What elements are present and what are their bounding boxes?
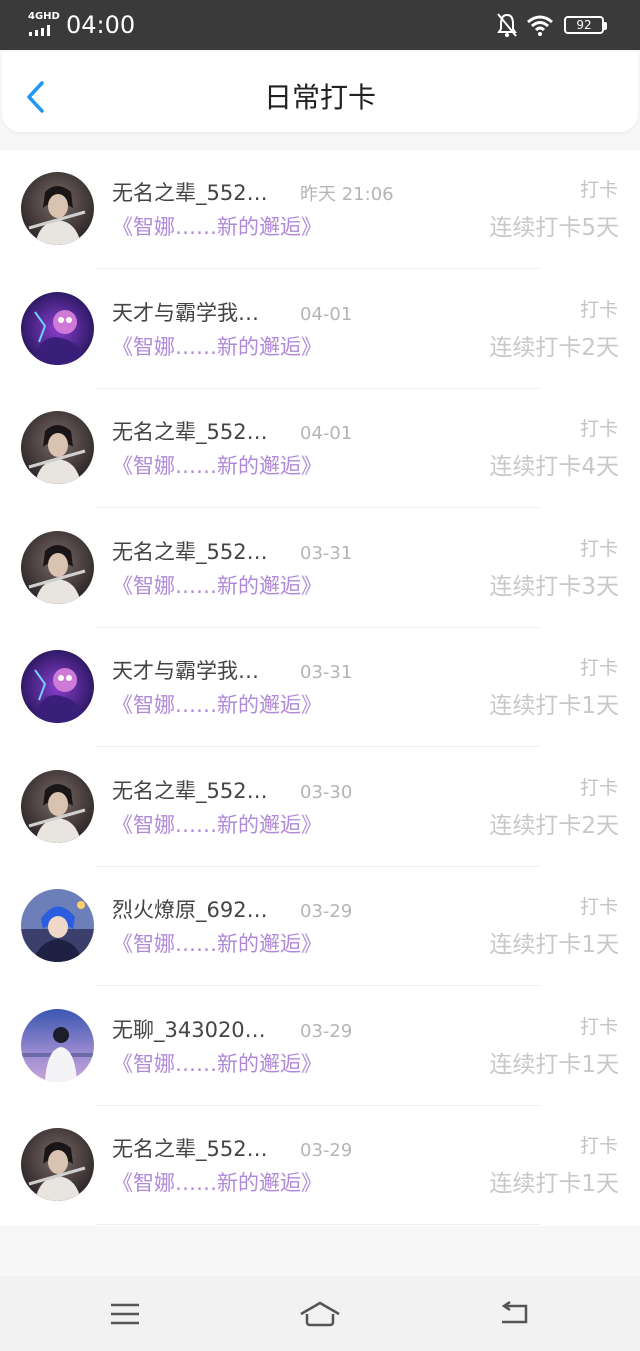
avatar[interactable]	[21, 291, 94, 365]
streak-count: 连续打卡1天	[489, 1051, 619, 1078]
battery-icon: 92	[564, 16, 607, 34]
checkin-date: 03-31	[300, 662, 353, 683]
streak-count: 连续打卡1天	[489, 693, 619, 719]
battery-level: 92	[576, 18, 592, 32]
checkin-date: 昨天 21:06	[300, 184, 394, 205]
book-title[interactable]: 《智娜……新的邂逅》	[112, 212, 322, 242]
list-item[interactable]: 无名之辈_552… 03-31 《智娜……新的邂逅》 打卡连续打卡3天	[0, 509, 640, 628]
streak-count: 连续打卡2天	[489, 334, 619, 361]
home-icon[interactable]	[298, 1300, 342, 1328]
streak-count: 连续打卡1天	[489, 932, 619, 958]
list-item[interactable]: 无聊_343020… 03-29 《智娜……新的邂逅》 打卡连续打卡1天	[0, 987, 640, 1106]
avatar[interactable]	[21, 172, 94, 245]
checkin-date: 03-29	[300, 1140, 353, 1161]
checkin-tag: 打卡	[579, 896, 618, 918]
network-type: 4GHD	[28, 11, 60, 22]
list-item[interactable]: 无名之辈_552… 昨天 21:06 《智娜……新的邂逅》 打卡连续打卡5天	[0, 150, 640, 269]
user-name[interactable]: 无名之辈_552…	[112, 1134, 268, 1164]
user-name[interactable]: 无名之辈_552…	[112, 537, 268, 567]
checkin-tag: 打卡	[579, 657, 618, 679]
return-icon[interactable]	[498, 1300, 532, 1328]
user-name[interactable]: 天才与霸学我…	[112, 656, 259, 686]
user-name[interactable]: 无名之辈_552…	[112, 178, 268, 208]
user-name[interactable]: 烈火燎原_692…	[112, 895, 268, 925]
list-item[interactable]: 天才与霸学我… 03-31 《智娜……新的邂逅》 打卡连续打卡1天	[0, 628, 640, 747]
status-bar: 4GHD 04:00 92	[0, 0, 640, 50]
avatar[interactable]	[21, 411, 94, 484]
list-item[interactable]: 天才与霸学我… 04-01 《智娜……新的邂逅》 打卡连续打卡2天	[0, 270, 640, 389]
header-bar: 日常打卡	[2, 52, 638, 132]
user-name[interactable]: 无聊_343020…	[112, 1015, 266, 1045]
book-title[interactable]: 《智娜……新的邂逅》	[112, 451, 322, 481]
user-name[interactable]: 无名之辈_552…	[112, 776, 268, 806]
list-item[interactable]: 无名之辈_552… 03-30 《智娜……新的邂逅》 打卡连续打卡2天	[0, 748, 640, 867]
mute-bell-icon	[497, 13, 517, 37]
page-title: 日常打卡	[263, 81, 376, 114]
user-name[interactable]: 无名之辈_552…	[112, 417, 268, 447]
streak-count: 连续打卡2天	[489, 812, 619, 839]
status-time: 04:00	[66, 11, 136, 39]
avatar[interactable]	[21, 889, 94, 962]
streak-count: 连续打卡5天	[489, 215, 619, 241]
checkin-date: 03-29	[300, 1020, 353, 1042]
streak-count: 连续打卡4天	[489, 454, 619, 480]
checkin-tag: 打卡	[579, 776, 618, 799]
checkin-list: 无名之辈_552… 昨天 21:06 《智娜……新的邂逅》 打卡 连续打卡5天 天才与霸学…	[0, 150, 640, 1226]
checkin-tag: 打卡	[579, 1135, 618, 1157]
checkin-date: 03-29	[300, 901, 353, 922]
checkin-date: 04-01	[300, 423, 353, 444]
checkin-tag: 打卡	[579, 298, 618, 321]
checkin-tag: 打卡	[579, 537, 618, 560]
avatar[interactable]	[21, 1008, 94, 1082]
avatar[interactable]	[21, 769, 94, 843]
avatar[interactable]	[21, 650, 94, 723]
divider	[96, 1224, 540, 1225]
signal-icon	[29, 25, 50, 36]
menu-icon[interactable]	[108, 1300, 142, 1328]
list-item[interactable]: 烈火燎原_692… 03-29 《智娜……新的邂逅》 打卡连续打卡1天	[0, 867, 640, 986]
avatar[interactable]	[21, 530, 94, 604]
battery-tip	[604, 22, 607, 30]
checkin-tag: 打卡	[579, 1015, 618, 1038]
checkin-tag: 打卡	[579, 179, 618, 201]
list-item[interactable]: 无名之辈_552… 04-01 《智娜……新的邂逅》 打卡连续打卡4天	[0, 389, 640, 508]
book-title[interactable]: 《智娜……新的邂逅》	[112, 571, 322, 601]
book-title[interactable]: 《智娜……新的邂逅》	[112, 929, 322, 959]
system-nav-bar	[0, 1276, 640, 1351]
checkin-tag: 打卡	[579, 418, 618, 440]
checkin-date: 03-31	[300, 542, 353, 564]
list-item[interactable]: 无名之辈_552… 03-29 《智娜……新的邂逅》 打卡连续打卡1天	[0, 1106, 640, 1225]
wifi-icon	[527, 15, 553, 36]
book-title[interactable]: 《智娜……新的邂逅》	[112, 1049, 322, 1079]
user-name[interactable]: 天才与霸学我…	[112, 298, 259, 328]
book-title[interactable]: 《智娜……新的邂逅》	[112, 810, 322, 840]
checkin-date: 04-01	[300, 303, 353, 325]
streak-count: 连续打卡3天	[489, 573, 619, 600]
book-title[interactable]: 《智娜……新的邂逅》	[112, 690, 322, 720]
book-title[interactable]: 《智娜……新的邂逅》	[112, 1168, 322, 1198]
avatar[interactable]	[21, 1128, 94, 1201]
streak-count: 连续打卡1天	[489, 1171, 619, 1197]
checkin-date: 03-30	[300, 781, 353, 803]
book-title[interactable]: 《智娜……新的邂逅》	[112, 332, 322, 362]
